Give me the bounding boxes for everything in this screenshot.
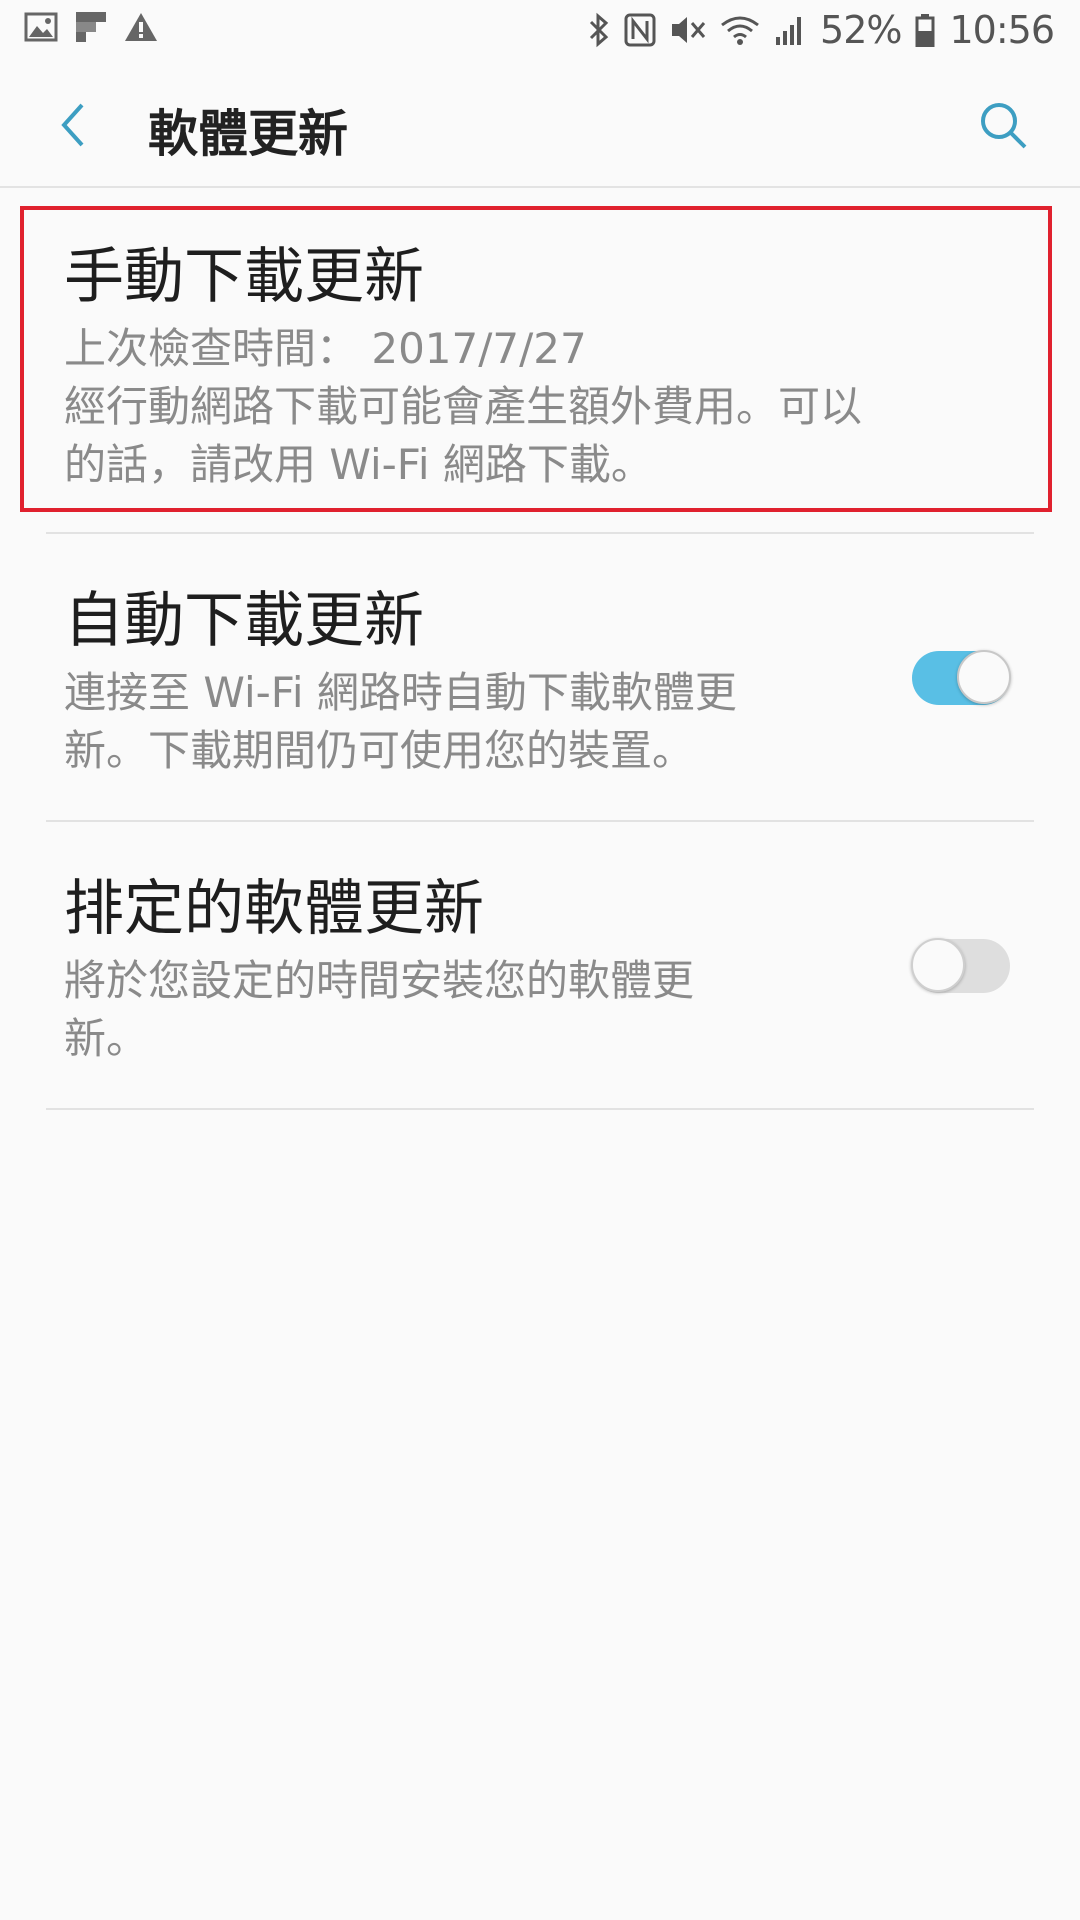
item-description-line: 將於您設定的時間安裝您的軟體更 [64,956,695,1005]
header-divider [0,186,1080,188]
system-icons: 52% 10:56 [588,8,1055,52]
toggle-knob [957,650,1011,704]
battery-percent: 52% [820,8,902,52]
image-icon [24,12,58,42]
item-description-line: 新。 [64,1014,149,1063]
search-icon [981,103,1027,149]
list-item-scheduled-update[interactable]: 排定的軟體更新 將於您設定的時間安裝您的軟體更 新。 [0,822,1080,1108]
notification-icons [24,12,158,42]
app-bar: 軟體更新 [0,62,1080,188]
battery-icon [915,13,935,47]
signal-icon [774,13,806,47]
status-bar: 52% 10:56 [0,0,1080,62]
list-item-auto-download[interactable]: 自動下載更新 連接至 Wi-Fi 網路時自動下載軟體更 新。下載期間仍可使用您的… [0,534,1080,820]
search-button[interactable] [970,92,1036,158]
item-title: 排定的軟體更新 [64,874,484,944]
nfc-icon [624,13,656,47]
page-title: 軟體更新 [148,105,348,163]
mute-icon [670,13,706,47]
back-button[interactable] [40,92,106,158]
bluetooth-icon [588,12,610,48]
auto-download-toggle[interactable] [912,650,1011,705]
item-description-line: 連接至 Wi-Fi 網路時自動下載軟體更 [64,668,737,717]
clock: 10:56 [949,8,1055,52]
toggle-knob [911,938,965,992]
item-description-line: 新。下載期間仍可使用您的裝置。 [64,726,695,775]
flipboard-icon [76,12,106,42]
highlight-box [20,206,1052,512]
item-title: 自動下載更新 [64,586,424,656]
divider [46,1108,1034,1110]
chevron-left-icon [61,103,84,147]
wifi-icon [720,13,760,47]
scheduled-update-toggle[interactable] [911,938,1010,993]
warning-icon [124,12,158,42]
